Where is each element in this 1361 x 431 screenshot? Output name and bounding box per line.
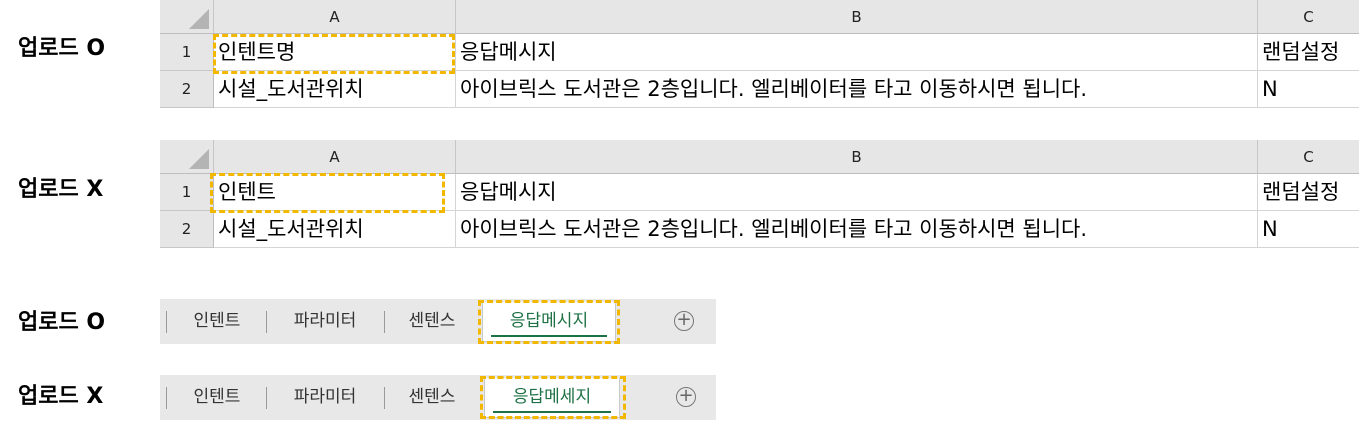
plus-circle-icon[interactable]: +	[676, 387, 696, 407]
upload-ok-tabs-label: 업로드 O	[18, 310, 106, 335]
row-number-2[interactable]: 2	[160, 71, 214, 108]
cell-b2[interactable]: 아이브릭스 도서관은 2층입니다. 엘리베이터를 타고 이동하시면 됩니다.	[456, 211, 1258, 248]
plus-circle-icon[interactable]: +	[674, 311, 694, 331]
tab-separator	[384, 387, 385, 409]
select-all-corner[interactable]	[160, 0, 214, 34]
cell-c2[interactable]: N	[1258, 211, 1359, 248]
upload-no-label: 업로드 X	[18, 177, 104, 202]
select-all-corner[interactable]	[160, 140, 214, 174]
cell-b1[interactable]: 응답메시지	[456, 34, 1258, 71]
column-header-a[interactable]: A	[214, 140, 456, 174]
tab-separator	[266, 311, 267, 333]
cell-b2[interactable]: 아이브릭스 도서관은 2층입니다. 엘리베이터를 타고 이동하시면 됩니다.	[456, 71, 1258, 108]
sheet-tab-bar-no: 인텐트 파라미터 센텐스 응답메세지 +	[160, 375, 716, 420]
cell-a2[interactable]: 시설_도서관위치	[214, 71, 456, 108]
tab-parameter[interactable]: 파라미터	[268, 299, 382, 344]
tab-response-message[interactable]: 응답메세지	[484, 378, 620, 418]
tab-separator	[384, 311, 385, 333]
upload-no-tabs-label: 업로드 X	[18, 384, 104, 409]
tab-separator	[166, 387, 167, 409]
column-header-b[interactable]: B	[456, 0, 1258, 34]
cell-b1[interactable]: 응답메시지	[456, 174, 1258, 211]
tab-response-message[interactable]: 응답메시지	[482, 302, 616, 342]
upload-ok-label: 업로드 O	[18, 36, 106, 61]
tab-parameter[interactable]: 파라미터	[268, 375, 382, 420]
row-number-1[interactable]: 1	[160, 174, 214, 211]
column-header-b[interactable]: B	[456, 140, 1258, 174]
sheet-tab-bar-ok: 인텐트 파라미터 센텐스 응답메시지 +	[160, 299, 716, 344]
row-number-2[interactable]: 2	[160, 211, 214, 248]
cell-a1[interactable]: 인텐트	[214, 174, 456, 211]
cell-a2[interactable]: 시설_도서관위치	[214, 211, 456, 248]
tab-intent[interactable]: 인텐트	[168, 375, 266, 420]
tab-intent[interactable]: 인텐트	[168, 299, 266, 344]
column-header-c[interactable]: C	[1258, 0, 1359, 34]
cell-c1[interactable]: 랜덤설정	[1258, 174, 1359, 211]
tab-sentence[interactable]: 센텐스	[386, 299, 478, 344]
spreadsheet-ok: A B C 1 2 인텐트명 응답메시지 랜덤설정 시설_도서관위치 아이브릭스…	[160, 0, 1359, 110]
column-header-a[interactable]: A	[214, 0, 456, 34]
tab-separator	[166, 311, 167, 333]
column-header-c[interactable]: C	[1258, 140, 1359, 174]
row-number-1[interactable]: 1	[160, 34, 214, 71]
cell-c2[interactable]: N	[1258, 71, 1359, 108]
tab-separator	[266, 387, 267, 409]
cell-c1[interactable]: 랜덤설정	[1258, 34, 1359, 71]
cell-a1[interactable]: 인텐트명	[214, 34, 456, 71]
spreadsheet-no: A B C 1 2 인텐트 응답메시지 랜덤설정 시설_도서관위치 아이브릭스 …	[160, 140, 1359, 250]
tab-sentence[interactable]: 센텐스	[386, 375, 478, 420]
